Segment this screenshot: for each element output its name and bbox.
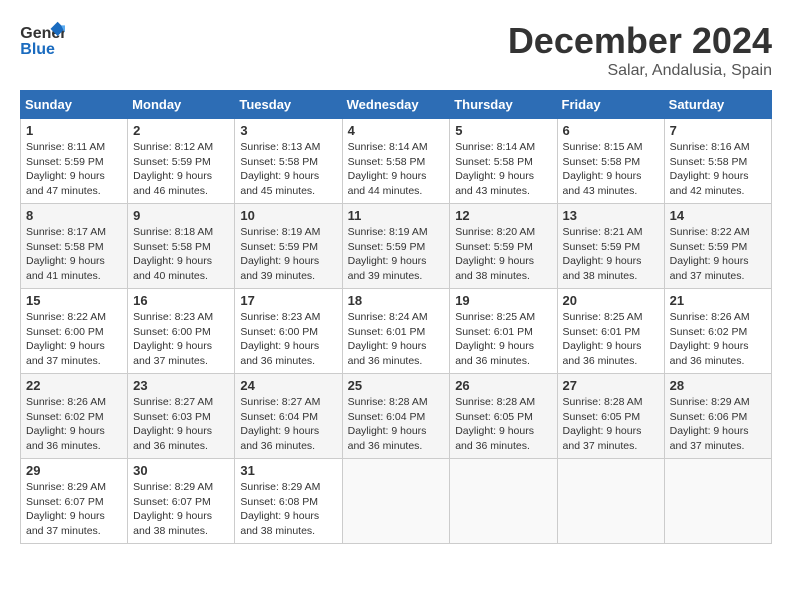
- empty-cell-2: [450, 459, 557, 544]
- location-title: Salar, Andalusia, Spain: [508, 62, 772, 80]
- svg-text:Blue: Blue: [20, 41, 55, 58]
- page-header: General Blue December 2024 Salar, Andalu…: [20, 20, 772, 80]
- day-27: 27 Sunrise: 8:28 AMSunset: 6:05 PMDaylig…: [557, 374, 664, 459]
- logo: General Blue: [20, 20, 65, 60]
- day-17: 17 Sunrise: 8:23 AMSunset: 6:00 PMDaylig…: [235, 289, 342, 374]
- header-thursday: Thursday: [450, 91, 557, 119]
- logo-icon: General Blue: [20, 20, 65, 60]
- calendar-header-row: Sunday Monday Tuesday Wednesday Thursday…: [21, 91, 772, 119]
- calendar-week-1: 1 Sunrise: 8:11 AMSunset: 5:59 PMDayligh…: [21, 119, 772, 204]
- empty-cell-3: [557, 459, 664, 544]
- day-23: 23 Sunrise: 8:27 AMSunset: 6:03 PMDaylig…: [128, 374, 235, 459]
- day-26: 26 Sunrise: 8:28 AMSunset: 6:05 PMDaylig…: [450, 374, 557, 459]
- day-1: 1 Sunrise: 8:11 AMSunset: 5:59 PMDayligh…: [21, 119, 128, 204]
- header-friday: Friday: [557, 91, 664, 119]
- day-25: 25 Sunrise: 8:28 AMSunset: 6:04 PMDaylig…: [342, 374, 450, 459]
- month-title: December 2024: [508, 20, 772, 62]
- day-16: 16 Sunrise: 8:23 AMSunset: 6:00 PMDaylig…: [128, 289, 235, 374]
- day-28: 28 Sunrise: 8:29 AMSunset: 6:06 PMDaylig…: [664, 374, 771, 459]
- empty-cell-4: [664, 459, 771, 544]
- calendar-week-2: 8 Sunrise: 8:17 AMSunset: 5:58 PMDayligh…: [21, 204, 772, 289]
- day-7: 7 Sunrise: 8:16 AMSunset: 5:58 PMDayligh…: [664, 119, 771, 204]
- day-13: 13 Sunrise: 8:21 AMSunset: 5:59 PMDaylig…: [557, 204, 664, 289]
- day-15: 15 Sunrise: 8:22 AMSunset: 6:00 PMDaylig…: [21, 289, 128, 374]
- day-22: 22 Sunrise: 8:26 AMSunset: 6:02 PMDaylig…: [21, 374, 128, 459]
- day-5: 5 Sunrise: 8:14 AMSunset: 5:58 PMDayligh…: [450, 119, 557, 204]
- day-24: 24 Sunrise: 8:27 AMSunset: 6:04 PMDaylig…: [235, 374, 342, 459]
- day-20: 20 Sunrise: 8:25 AMSunset: 6:01 PMDaylig…: [557, 289, 664, 374]
- calendar-week-4: 22 Sunrise: 8:26 AMSunset: 6:02 PMDaylig…: [21, 374, 772, 459]
- day-3: 3 Sunrise: 8:13 AMSunset: 5:58 PMDayligh…: [235, 119, 342, 204]
- day-11: 11 Sunrise: 8:19 AMSunset: 5:59 PMDaylig…: [342, 204, 450, 289]
- header-wednesday: Wednesday: [342, 91, 450, 119]
- empty-cell-1: [342, 459, 450, 544]
- day-8: 8 Sunrise: 8:17 AMSunset: 5:58 PMDayligh…: [21, 204, 128, 289]
- header-saturday: Saturday: [664, 91, 771, 119]
- day-10: 10 Sunrise: 8:19 AMSunset: 5:59 PMDaylig…: [235, 204, 342, 289]
- day-29: 29 Sunrise: 8:29 AMSunset: 6:07 PMDaylig…: [21, 459, 128, 544]
- day-18: 18 Sunrise: 8:24 AMSunset: 6:01 PMDaylig…: [342, 289, 450, 374]
- day-19: 19 Sunrise: 8:25 AMSunset: 6:01 PMDaylig…: [450, 289, 557, 374]
- day-4: 4 Sunrise: 8:14 AMSunset: 5:58 PMDayligh…: [342, 119, 450, 204]
- day-9: 9 Sunrise: 8:18 AMSunset: 5:58 PMDayligh…: [128, 204, 235, 289]
- calendar-week-5: 29 Sunrise: 8:29 AMSunset: 6:07 PMDaylig…: [21, 459, 772, 544]
- header-monday: Monday: [128, 91, 235, 119]
- day-31: 31 Sunrise: 8:29 AMSunset: 6:08 PMDaylig…: [235, 459, 342, 544]
- header-tuesday: Tuesday: [235, 91, 342, 119]
- header-sunday: Sunday: [21, 91, 128, 119]
- day-30: 30 Sunrise: 8:29 AMSunset: 6:07 PMDaylig…: [128, 459, 235, 544]
- day-14: 14 Sunrise: 8:22 AMSunset: 5:59 PMDaylig…: [664, 204, 771, 289]
- title-section: December 2024 Salar, Andalusia, Spain: [508, 20, 772, 80]
- day-2: 2 Sunrise: 8:12 AMSunset: 5:59 PMDayligh…: [128, 119, 235, 204]
- day-12: 12 Sunrise: 8:20 AMSunset: 5:59 PMDaylig…: [450, 204, 557, 289]
- day-6: 6 Sunrise: 8:15 AMSunset: 5:58 PMDayligh…: [557, 119, 664, 204]
- calendar-table: Sunday Monday Tuesday Wednesday Thursday…: [20, 90, 772, 544]
- calendar-week-3: 15 Sunrise: 8:22 AMSunset: 6:00 PMDaylig…: [21, 289, 772, 374]
- day-21: 21 Sunrise: 8:26 AMSunset: 6:02 PMDaylig…: [664, 289, 771, 374]
